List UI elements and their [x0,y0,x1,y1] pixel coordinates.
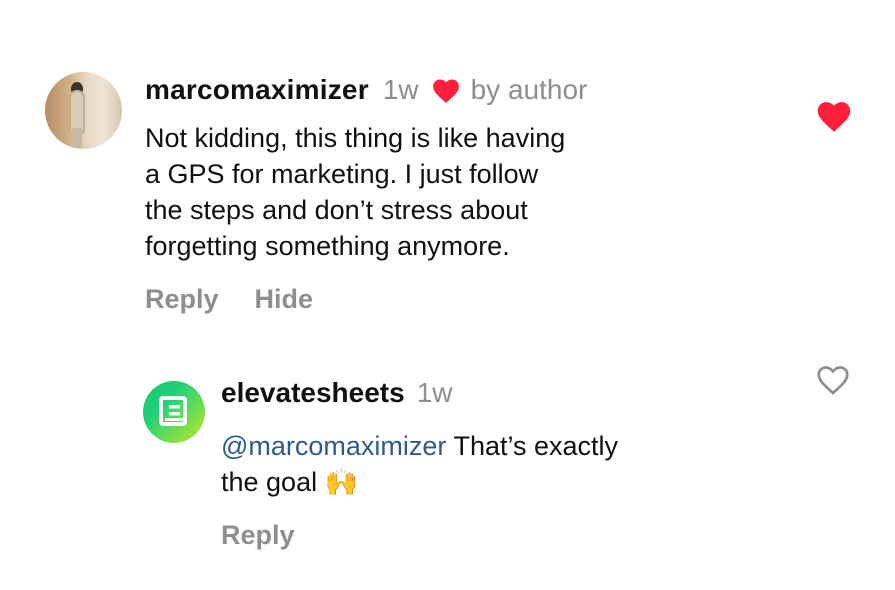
comment-line: a GPS for marketing. I just follow [145,159,539,189]
sheet-logo-icon [159,396,187,426]
avatar[interactable] [45,72,122,149]
reply-text-after-mention: That’s exactly [446,431,619,461]
reply-timestamp: 1w [416,377,453,408]
reply-avatar[interactable] [143,381,205,443]
reply-line: the goal 🙌 [221,464,741,500]
hide-button[interactable]: Hide [255,284,314,315]
comment-line: forgetting something anymore. [145,231,510,261]
outline-heart-icon [817,366,849,395]
filled-heart-icon [817,102,851,132]
avatar-photo-legs [72,128,82,148]
reply-button[interactable]: Reply [145,284,219,315]
reply-reply-button[interactable]: Reply [221,520,295,551]
comment-header: marcomaximizer 1w by author [145,72,587,108]
raising-hands-emoji: 🙌 [324,467,359,497]
comment-line: the steps and don’t stress about [145,195,528,225]
filled-heart-icon [431,77,461,104]
mention-link[interactable]: @marcomaximizer [221,431,446,461]
comment-body: Not kidding, this thing is like having a… [145,120,675,264]
reply-like-button[interactable] [814,363,852,396]
comment-username[interactable]: marcomaximizer [145,74,369,106]
reply-body: @marcomaximizer That’s exactly the goal … [221,428,741,500]
reply-line: @marcomaximizer That’s exactly [221,428,741,464]
like-button[interactable] [814,99,854,133]
comment-actions: Reply Hide [145,284,313,315]
comment-timestamp: 1w [382,74,419,105]
reply-username[interactable]: elevatesheets [221,377,405,409]
reply-text-line2: the goal [221,467,318,497]
liked-by-author-label: by author [470,74,588,105]
comment-line: Not kidding, this thing is like having [145,123,566,153]
reply-header: elevatesheets 1w [221,376,452,410]
